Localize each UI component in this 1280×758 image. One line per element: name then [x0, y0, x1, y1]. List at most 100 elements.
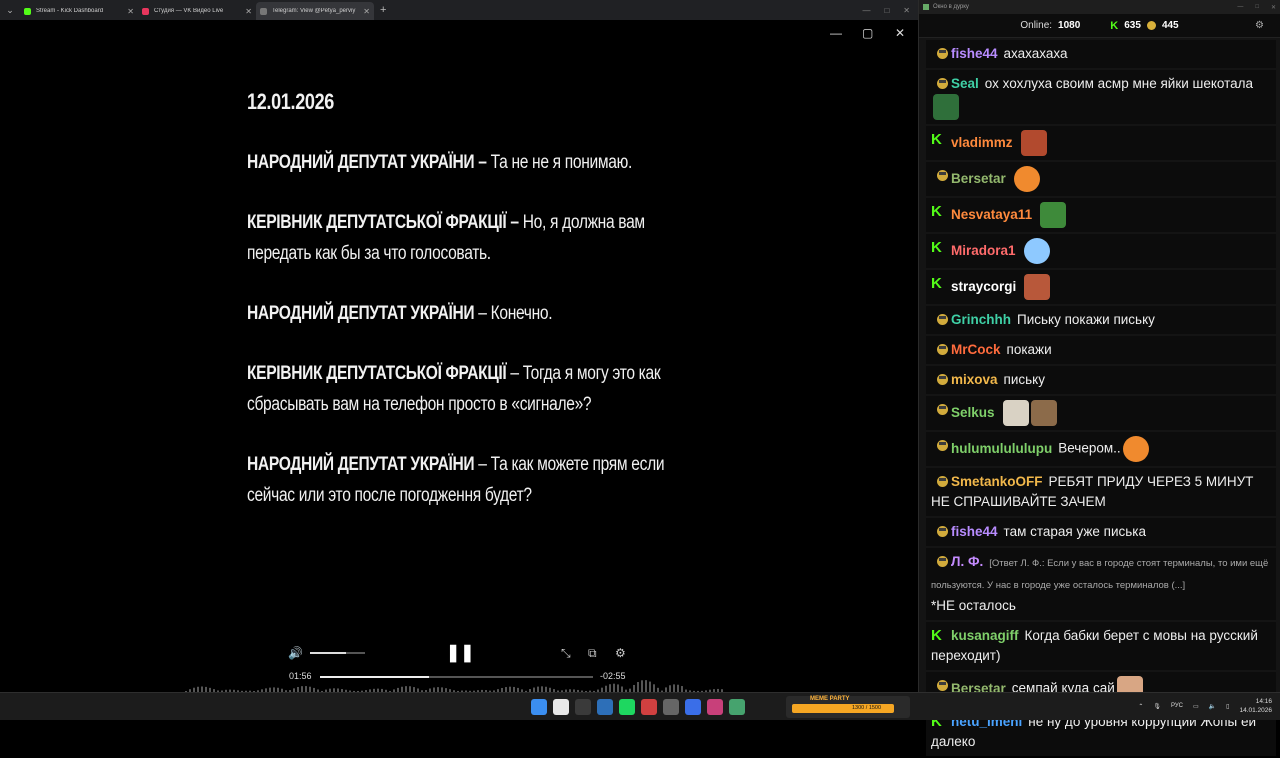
waveform-bar — [617, 684, 619, 692]
chat-message: hulumulululupu Вечером.. — [926, 432, 1276, 466]
speech-text: Та не не я понимаю. — [490, 152, 633, 173]
settings-icon[interactable]: ⚙ — [1255, 20, 1264, 31]
close-icon[interactable]: ✕ — [127, 7, 134, 16]
chat-message: Kvladimmz — [926, 126, 1276, 160]
speaker-label: КЕРІВНИК ДЕПУТАТСЬКОЇ ФРАКЦІЇ – — [247, 212, 519, 233]
online-count: 1080 — [1058, 20, 1081, 31]
settings-icon[interactable]: ⚙ — [615, 646, 626, 660]
language-indicator[interactable]: РУС — [1171, 703, 1183, 709]
volume-slider[interactable] — [310, 652, 365, 654]
close-icon[interactable]: ✕ — [903, 6, 910, 15]
network-icon[interactable]: ▭ — [1193, 703, 1199, 710]
waveform-bar — [669, 685, 671, 692]
emote-badge-icon — [931, 44, 951, 62]
other-viewer-count: 445 — [1161, 20, 1179, 31]
tab-search-button[interactable]: ⌄ — [0, 0, 20, 20]
chat-username[interactable]: Л. Ф. — [951, 554, 983, 569]
meme-party-widget[interactable]: MEME PARTY 1300 / 1500 — [786, 696, 910, 718]
taskbar-app-icon[interactable] — [685, 699, 701, 715]
chat-username[interactable]: kusanagiff — [951, 628, 1019, 643]
chat-username[interactable]: Grinchhh — [951, 312, 1011, 327]
clock-date: 14.01.2026 — [1239, 707, 1272, 714]
chat-message: MrCock покажи — [926, 336, 1276, 364]
meme-progress-value: 1300 / 1500 — [852, 705, 882, 711]
close-icon[interactable]: ✕ — [1271, 4, 1276, 11]
tab-vk-studio[interactable]: Студия — VK Видео Live ✕ — [138, 2, 256, 20]
vk-favicon-icon — [142, 7, 149, 15]
kick-icon: K — [1110, 19, 1119, 32]
chat-username[interactable]: vladimmz — [951, 135, 1013, 150]
chat-message: Л. Ф. [Ответ Л. Ф.: Если у вас в городе с… — [926, 548, 1276, 620]
emote-badge-icon — [931, 522, 951, 540]
tab-title: Студия — VK Видео Live — [154, 8, 224, 14]
seek-fill — [320, 676, 430, 678]
meme-party-label: MEME PARTY — [810, 696, 850, 702]
picture-in-picture-icon[interactable]: ⧉ — [588, 646, 597, 661]
chat-message-text: ахахахаха — [1003, 46, 1068, 61]
seek-bar[interactable] — [320, 676, 593, 678]
window-controls: — □ ✕ — [862, 6, 918, 15]
chat-username[interactable]: fishe44 — [951, 524, 998, 539]
minimize-icon[interactable]: — — [862, 6, 870, 15]
chat-message-text: письку — [1003, 372, 1045, 387]
waveform-bar — [677, 684, 679, 692]
video-player[interactable]: — ▢ ✕ 12.01.2026 НАРОДНИЙ ДЕПУТАТ УКРАЇН… — [0, 20, 918, 692]
taskbar-apps — [531, 699, 745, 715]
taskbar-app-icon[interactable] — [729, 699, 745, 715]
chat-message: mixova письку — [926, 366, 1276, 394]
volume-icon[interactable]: 🔊 — [288, 646, 303, 660]
transcript-document: 12.01.2026 НАРОДНИЙ ДЕПУТАТ УКРАЇНИ – Та… — [247, 86, 665, 540]
emote-badge-icon — [931, 166, 951, 184]
taskbar-app-icon[interactable] — [707, 699, 723, 715]
maximize-icon[interactable]: □ — [1255, 4, 1259, 11]
taskbar-app-icon[interactable] — [641, 699, 657, 715]
volume-fill — [310, 652, 346, 654]
taskbar-app-icon[interactable] — [619, 699, 635, 715]
maximize-icon[interactable]: □ — [884, 6, 889, 15]
minimize-icon[interactable]: — — [830, 26, 842, 40]
chat-username[interactable]: MrCock — [951, 342, 1001, 357]
chat-username[interactable]: Bersetar — [951, 171, 1006, 186]
chat-message: Kstraycorgi — [926, 270, 1276, 304]
taskbar-app-icon[interactable] — [597, 699, 613, 715]
chat-username[interactable]: Seal — [951, 76, 979, 91]
app-icon — [923, 4, 929, 10]
chat-username[interactable]: hulumulululupu — [951, 441, 1052, 456]
taskbar-app-icon[interactable] — [663, 699, 679, 715]
taskbar-app-icon[interactable] — [553, 699, 569, 715]
waveform-bar — [649, 681, 651, 692]
waveform-bar — [613, 683, 615, 692]
new-tab-button[interactable]: + — [380, 4, 386, 16]
close-icon[interactable]: ✕ — [363, 7, 370, 16]
exit-fullscreen-icon[interactable]: ⤡ — [561, 646, 571, 661]
chat-username[interactable]: fishe44 — [951, 46, 998, 61]
waveform-bar — [645, 680, 647, 692]
emote-badge-icon — [931, 436, 951, 454]
taskbar-app-icon[interactable] — [531, 699, 547, 715]
tab-kick-dashboard[interactable]: Stream - Kick Dashboard ✕ — [20, 2, 138, 20]
maximize-icon[interactable]: ▢ — [862, 26, 873, 40]
waveform-bar — [653, 684, 655, 692]
close-icon[interactable]: ✕ — [895, 26, 905, 40]
chat-message: Bersetar — [926, 162, 1276, 196]
chat-username[interactable]: Miradora1 — [951, 243, 1016, 258]
chat-username[interactable]: Nesvataya11 — [951, 207, 1032, 222]
transcript-date: 12.01.2026 — [247, 89, 335, 114]
pause-button[interactable]: ❚❚ — [446, 643, 475, 663]
waveform-bar — [609, 684, 611, 692]
battery-icon[interactable]: ▯ — [1226, 703, 1229, 710]
microphone-icon[interactable]: 🎙 — [1153, 703, 1161, 710]
taskbar-app-icon[interactable] — [575, 699, 591, 715]
volume-icon[interactable]: 🔈 — [1209, 703, 1216, 710]
tab-telegram[interactable]: Telegram: View @Petya_perviy ✕ — [256, 2, 374, 20]
clock[interactable]: 14:16 14.01.2026 — [1239, 697, 1272, 715]
chat-username[interactable]: Selkus — [951, 405, 995, 420]
chat-username[interactable]: mixova — [951, 372, 998, 387]
close-icon[interactable]: ✕ — [245, 7, 252, 16]
chat-username[interactable]: SmetankoOFF — [951, 474, 1043, 489]
chat-username[interactable]: straycorgi — [951, 279, 1016, 294]
minimize-icon[interactable]: — — [1237, 4, 1243, 11]
chat-window-title: Окно в дурку — [933, 4, 969, 10]
chevron-up-icon[interactable]: ⌃ — [1138, 703, 1143, 710]
browser-tabbar: ⌄ Stream - Kick Dashboard ✕ Студия — VK … — [0, 0, 918, 20]
